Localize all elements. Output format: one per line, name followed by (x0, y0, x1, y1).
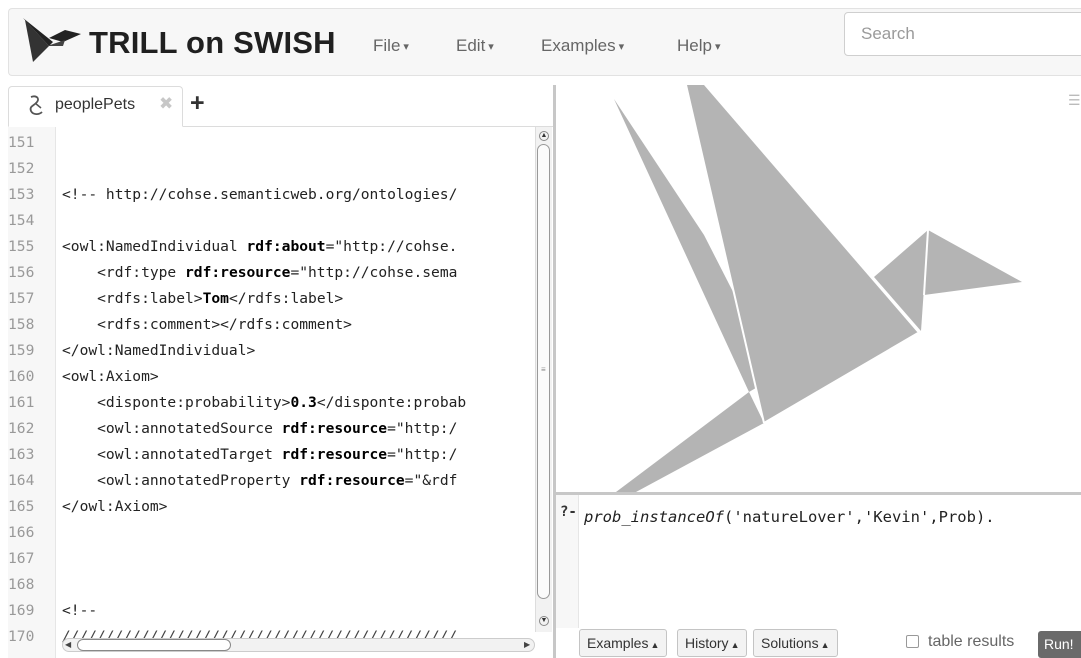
code-attribute: rdf:resource (281, 446, 388, 463)
code-tag: <owl:annotatedTarget (62, 446, 282, 463)
code-attribute: Tom (202, 290, 229, 307)
editor-vertical-scrollbar[interactable]: ▲ ≡ ▼ (535, 127, 552, 632)
code-value: </disponte:probab (316, 394, 467, 411)
close-icon[interactable]: ✖ (159, 94, 173, 114)
menu-help[interactable]: Help ▾ (677, 36, 721, 56)
code-editor[interactable]: 151 152 153 154 155 156 157 158 159 160 161 162 163 1… (8, 127, 554, 658)
menu-help-label: Help (677, 36, 712, 55)
query-arguments: ('natureLover','Kevin',Prob). (723, 508, 995, 526)
code-tag: <disponte:probability> (62, 394, 291, 411)
grip-icon: ≡ (541, 365, 546, 374)
code-line-text: <owl:Axiom> (62, 368, 159, 385)
code-line-text: <owl:annotatedSource rdf:resource="http:… (62, 416, 457, 442)
chevron-down-icon: ▾ (714, 41, 721, 53)
code-line-text: </owl:NamedIndividual> (62, 342, 256, 359)
code-value: ="http://cohse. (325, 238, 458, 255)
code-value: ="http:/ (387, 420, 458, 437)
chevron-down-icon: ▾ (488, 41, 494, 53)
code-line-text: <!-- http://cohse.semanticweb.org/ontolo… (62, 186, 458, 203)
code-tag: <rdfs:label> (62, 290, 203, 307)
code-attribute: rdf:resource (299, 472, 405, 489)
history-button-label: History (685, 635, 729, 651)
code-attribute: 0.3 (290, 394, 317, 411)
code-line-text: <rdf:type rdf:resource="http://cohse.sem… (62, 260, 457, 286)
table-results-checkbox[interactable] (906, 635, 919, 648)
scroll-right-icon[interactable]: ▶ (524, 640, 530, 649)
query-predicate: prob_instanceOf (584, 508, 724, 526)
chevron-down-icon: ▾ (403, 41, 409, 53)
run-button[interactable]: Run! (1038, 631, 1081, 658)
code-tag: <owl:annotatedSource (62, 420, 282, 437)
solutions-button[interactable]: Solutions ▲ (753, 629, 838, 657)
code-value: ="&rdf (404, 472, 458, 489)
code-tag: <owl:NamedIndividual (62, 238, 247, 255)
code-line-text: <owl:annotatedTarget rdf:resource="http:… (62, 442, 457, 468)
caret-up-icon: ▲ (730, 640, 740, 650)
editor-horizontal-scrollbar[interactable]: ◀ ▶ (62, 638, 535, 652)
menu-examples[interactable]: Examples ▾ (541, 36, 624, 56)
scroll-down-icon[interactable]: ▼ (539, 616, 549, 626)
add-tab-button[interactable]: + (190, 89, 205, 118)
menu-edit[interactable]: Edit ▾ (456, 36, 494, 56)
examples-button-label: Examples (587, 635, 649, 651)
scroll-left-icon[interactable]: ◀ (65, 640, 71, 649)
code-line-text: </owl:Axiom> (62, 498, 168, 515)
code-line-text: <!-- (62, 602, 98, 619)
code-value: ="http://cohse.sema (290, 264, 458, 281)
results-pane (556, 85, 1081, 492)
code-attribute: rdf:resource (281, 420, 388, 437)
query-prompt: ?- (560, 504, 577, 520)
code-tag: <rdf:type (62, 264, 186, 281)
menu-icon[interactable]: ☰ (1068, 92, 1081, 109)
code-tag: <owl:annotatedProperty (62, 472, 300, 489)
menu-file[interactable]: File ▾ (373, 36, 409, 56)
code-attribute: rdf:resource (185, 264, 291, 281)
code-lines: <!-- http://cohse.semanticweb.org/ontolo… (8, 127, 538, 658)
menu-examples-label: Examples (541, 36, 616, 55)
code-attribute: rdf:about (246, 238, 326, 255)
search-input[interactable] (844, 12, 1081, 56)
code-line-text: <owl:annotatedProperty rdf:resource="&rd… (62, 468, 457, 494)
swish-logo-icon (23, 18, 81, 62)
code-line-text: <rdfs:label>Tom</rdfs:label> (62, 286, 343, 312)
brand-title[interactable]: TRILL on SWISH (89, 25, 336, 61)
scrollbar-thumb[interactable]: ≡ (537, 144, 550, 599)
code-line-text: <disponte:probability>0.3</disponte:prob… (62, 390, 466, 416)
tab-peoplepets[interactable]: peoplePets ✖ (8, 86, 183, 127)
code-value: ="http:/ (387, 446, 458, 463)
code-value: </rdfs:label> (228, 290, 344, 307)
query-text[interactable]: prob_instanceOf('natureLover','Kevin',Pr… (584, 508, 995, 526)
caret-up-icon: ▲ (820, 640, 830, 650)
scrollbar-thumb[interactable] (77, 639, 231, 651)
scroll-up-icon[interactable]: ▲ (539, 131, 549, 141)
code-line-text: <rdfs:comment></rdfs:comment> (62, 316, 352, 333)
program-file-icon (29, 95, 43, 116)
solutions-button-label: Solutions (761, 635, 819, 651)
history-button[interactable]: History ▲ (677, 629, 748, 657)
menu-edit-label: Edit (456, 36, 486, 55)
code-line-text: <owl:NamedIndividual rdf:about="http://c… (62, 234, 457, 260)
chevron-down-icon: ▾ (618, 41, 625, 53)
examples-button[interactable]: Examples ▲ (579, 629, 668, 657)
tab-label: peoplePets (55, 96, 136, 113)
caret-up-icon: ▲ (650, 640, 660, 650)
swish-bird-icon (614, 85, 1022, 492)
menu-file-label: File (373, 36, 401, 55)
table-results-label: table results (928, 633, 1015, 650)
